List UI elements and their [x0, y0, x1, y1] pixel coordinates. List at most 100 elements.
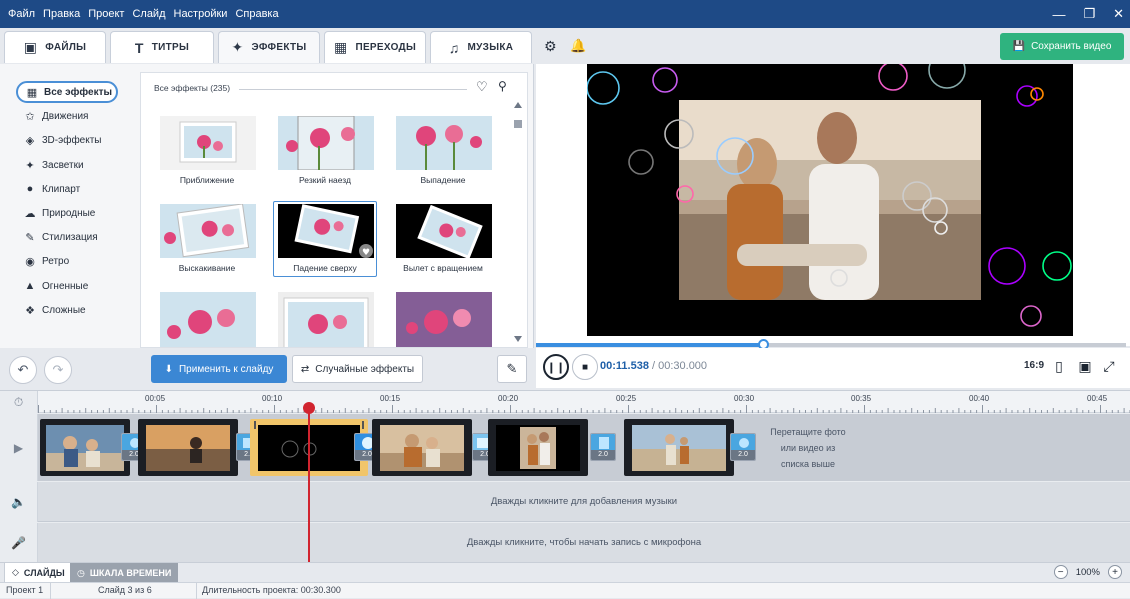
save-video-button[interactable]: 💾 Сохранить видео	[1000, 33, 1124, 60]
category-nature[interactable]: ☁Природные	[16, 202, 118, 224]
menu-slide[interactable]: Слайд	[132, 8, 165, 20]
category-stylization[interactable]: ✎Стилизация	[16, 226, 118, 248]
video-track[interactable]: 2.0 2.0 2.0 2.0 2.0 2.0 Перетащите фото …	[38, 414, 1130, 481]
snapshot-icon[interactable]: ▣	[1076, 357, 1094, 375]
effect-thumb[interactable]	[155, 289, 259, 348]
playhead-handle[interactable]	[303, 402, 315, 414]
transition-duration: 2.0	[731, 450, 755, 460]
time-ruler[interactable]: 00:05 00:10 00:15 00:20 00:25 00:30 00:3…	[38, 391, 1130, 413]
slide-clip[interactable]	[372, 419, 472, 476]
fullscreen-icon[interactable]: ⤢	[1100, 357, 1118, 375]
ruler-tick	[534, 408, 535, 413]
category-motion[interactable]: ✩Движения	[16, 105, 118, 127]
random-effects-button[interactable]: ⇄ Случайные эффекты	[292, 355, 423, 383]
menu-edit[interactable]: Правка	[43, 8, 80, 20]
ruler-tick	[239, 410, 240, 413]
effect-thumb[interactable]	[273, 289, 377, 348]
grid-icon: ▦	[26, 86, 38, 99]
maximize-icon[interactable]: ❐	[1083, 6, 1095, 22]
category-complex[interactable]: ❖Сложные	[16, 299, 118, 321]
ruler-tick	[363, 410, 364, 413]
music-track[interactable]: Дважды кликните для добавления музыки	[38, 482, 1130, 522]
category-all-effects[interactable]: ▦Все эффекты	[16, 81, 118, 103]
search-icon[interactable]: ⚲	[498, 79, 507, 93]
category-3d[interactable]: ◈3D-эффекты	[16, 129, 118, 151]
effect-preview	[396, 292, 492, 348]
ruler-tick	[445, 410, 446, 413]
effect-label: Вылет с вращением	[392, 263, 494, 273]
category-clipart[interactable]: ●Клипарт	[16, 178, 118, 200]
slide-clip[interactable]	[138, 419, 238, 476]
ruler-tick	[776, 410, 777, 413]
stop-button[interactable]: ■	[572, 354, 598, 380]
playhead-line[interactable]	[308, 404, 310, 562]
tab-music[interactable]: ♫ МУЗЫКА	[430, 31, 532, 63]
effect-thumb[interactable]: Вылет с вращением	[391, 201, 495, 277]
ruler-tick	[681, 410, 682, 413]
video-preview[interactable]	[587, 64, 1073, 336]
pause-button[interactable]: ❙❙	[543, 354, 569, 380]
transition-block[interactable]: 2.0	[590, 433, 616, 461]
clear-effect-button[interactable]: ✎	[497, 355, 527, 383]
heart-icon[interactable]: ♡	[476, 79, 488, 95]
effect-thumb-selected[interactable]: ♥ Падение сверху	[273, 201, 377, 277]
slide-clip[interactable]	[40, 419, 130, 476]
ruler-tick	[947, 410, 948, 413]
category-lights[interactable]: ✦Засветки	[16, 154, 118, 176]
slide-clip[interactable]	[488, 419, 588, 476]
minimize-icon[interactable]: —	[1052, 7, 1065, 22]
frame-icon[interactable]: ▯	[1050, 357, 1068, 375]
current-time: 00:11.538	[600, 360, 649, 372]
effect-label: Приближение	[156, 175, 258, 185]
playback-progress[interactable]	[536, 343, 1126, 347]
effect-thumb[interactable]: Приближение	[155, 113, 259, 189]
close-icon[interactable]: ✕	[1113, 6, 1124, 22]
ruler-tick	[829, 410, 830, 413]
menu-help[interactable]: Справка	[235, 8, 278, 20]
microphone-track[interactable]: Дважды кликните, чтобы начать запись с м…	[38, 523, 1130, 563]
apply-to-slide-button[interactable]: ⬇ Применить к слайду	[151, 355, 287, 383]
transition-block[interactable]: 2.0	[730, 433, 756, 461]
slide-clip[interactable]	[624, 419, 734, 476]
effect-thumb[interactable]: Выскакивание	[155, 201, 259, 277]
ruler-tick	[935, 408, 936, 413]
ruler-tick	[545, 410, 546, 413]
ruler-tick	[463, 408, 464, 413]
bell-icon[interactable]: 🔔	[570, 38, 586, 54]
undo-button[interactable]: ↶	[9, 356, 37, 384]
tab-transitions[interactable]: ▦ ПЕРЕХОДЫ	[324, 31, 426, 63]
ruler-tick	[404, 410, 405, 413]
tab-titles[interactable]: T ТИТРЫ	[110, 31, 214, 63]
ruler-tick	[1094, 410, 1095, 413]
category-retro[interactable]: ◉Ретро	[16, 250, 118, 272]
redo-button[interactable]: ↷	[44, 356, 72, 384]
zoom-in-button[interactable]: +	[1108, 565, 1122, 579]
tab-files[interactable]: ▣ ФАЙЛЫ	[4, 31, 106, 63]
ruler-tick	[132, 408, 133, 413]
header-divider	[239, 89, 467, 90]
effect-thumb[interactable]: Выпадение	[391, 113, 495, 189]
effect-thumb[interactable]: Резкий наезд	[273, 113, 377, 189]
ruler-tick	[628, 405, 629, 413]
tab-timeline[interactable]: ◷ ШКАЛА ВРЕМЕНИ	[70, 563, 178, 583]
menu-project[interactable]: Проект	[88, 8, 124, 20]
ruler-tick	[351, 410, 352, 413]
ruler-tick	[658, 410, 659, 413]
ruler-tick	[858, 410, 859, 413]
menu-file[interactable]: Файл	[8, 8, 35, 20]
effect-thumb[interactable]	[391, 289, 495, 348]
category-fire[interactable]: ▲Огненные	[16, 275, 118, 297]
zoom-control: − 100% +	[1054, 565, 1122, 579]
menu-settings[interactable]: Настройки	[174, 8, 228, 20]
ruler-tick	[1017, 410, 1018, 413]
ruler-tick	[115, 410, 116, 413]
effects-scrollbar[interactable]	[513, 100, 523, 344]
ruler-tick	[486, 408, 487, 413]
tab-slides[interactable]: ◇ СЛАЙДЫ	[4, 563, 73, 583]
aspect-ratio[interactable]: 16:9	[1024, 360, 1044, 371]
ruler-tick	[616, 410, 617, 413]
zoom-out-button[interactable]: −	[1054, 565, 1068, 579]
tab-effects[interactable]: ✦ ЭФФЕКТЫ	[218, 31, 320, 63]
gear-icon[interactable]: ⚙	[544, 38, 557, 55]
ruler-tick	[357, 410, 358, 413]
